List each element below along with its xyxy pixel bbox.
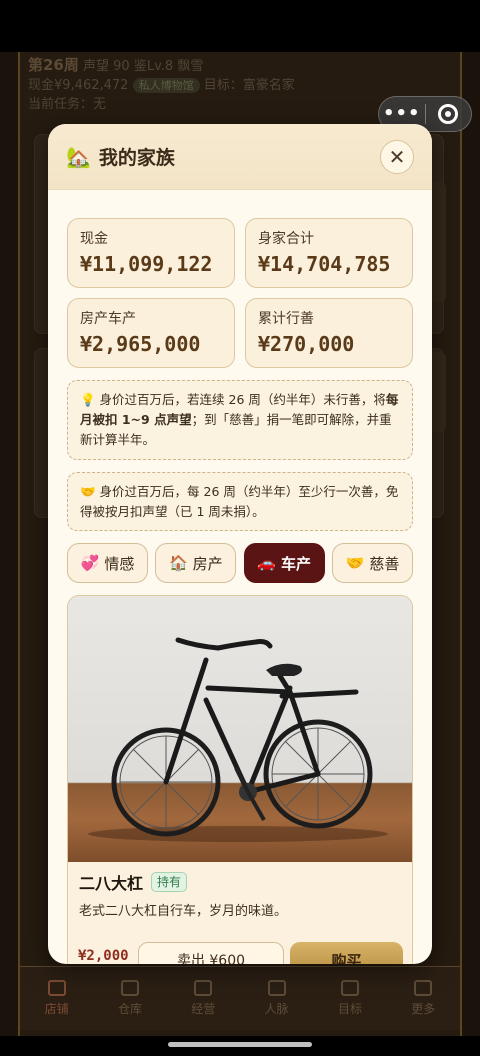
sell-button[interactable]: 卖出 ¥600 [138, 942, 284, 964]
house-icon: 🏠 [168, 554, 188, 572]
warning-text: 身价过百万后，若连续 26 周（约半年）未行善，将 [95, 392, 386, 407]
tab-business[interactable]: 经营 [173, 980, 233, 1017]
item-name-row: 二八大杠 持有 [79, 870, 401, 894]
house-icon: 🏡 [66, 144, 91, 169]
target-icon [438, 104, 459, 124]
bottom-tab-bar: 店铺 仓库 经营 人脉 目标 更多 [20, 966, 460, 1030]
handshake-icon: 🤝 [80, 484, 96, 499]
business-icon [194, 980, 213, 996]
stat-property: 房产车产 ¥2,965,000 [67, 298, 235, 368]
stat-cash: 现金 ¥11,099,122 [67, 218, 235, 288]
warehouse-icon [120, 980, 139, 996]
stat-label: 房产车产 [80, 311, 136, 327]
lightbulb-icon: 💡 [80, 392, 96, 407]
bicycle-image [88, 637, 388, 842]
tab-label: 房产 [192, 554, 223, 573]
charity-warning: 💡 身价过百万后，若连续 26 周（约半年）未行善，将每月被扣 1~9 点声望；… [67, 380, 413, 460]
item-name: 二八大杠 [79, 874, 144, 893]
tab-warehouse[interactable]: 仓库 [100, 980, 160, 1017]
tab-label: 慈善 [369, 554, 400, 573]
tab-vehicles[interactable]: 🚗 车产 [243, 543, 325, 583]
handshake-icon: 🤝 [345, 554, 365, 572]
stat-value: ¥2,965,000 [80, 332, 201, 356]
bicycle-photo [68, 596, 412, 862]
item-price: ¥2,000 [78, 948, 129, 964]
tab-charity[interactable]: 🤝 慈善 [331, 543, 413, 583]
close-icon: ✕ [388, 144, 406, 169]
stat-label: 身家合计 [258, 231, 314, 247]
stat-value: ¥11,099,122 [80, 252, 213, 276]
tab-label: 车产 [280, 554, 311, 573]
stat-value: ¥270,000 [258, 332, 355, 356]
home-indicator [168, 1042, 312, 1047]
close-button[interactable]: ✕ [380, 139, 414, 174]
hearts-icon: 💞 [80, 554, 100, 572]
tab-label: 店铺 [44, 1002, 69, 1016]
stat-charity: 累计行善 ¥270,000 [245, 298, 413, 368]
tab-contacts[interactable]: 人脉 [247, 980, 307, 1017]
people-icon [267, 980, 286, 996]
stat-label: 累计行善 [258, 311, 314, 327]
item-info: 二八大杠 持有 老式二八大杠自行车，岁月的味道。 [68, 862, 412, 927]
buy-button[interactable]: 购买 [290, 942, 403, 964]
owned-badge: 持有 [151, 872, 188, 892]
goal-icon [340, 980, 359, 996]
tab-label: 人脉 [264, 1002, 289, 1016]
tab-label: 目标 [337, 1002, 362, 1016]
stat-label: 现金 [80, 231, 108, 247]
tab-label: 仓库 [117, 1002, 142, 1016]
stats-grid: 现金 ¥11,099,122 身家合计 ¥14,704,785 房产车产 ¥2,… [67, 218, 413, 368]
modal-title: 我的家族 [98, 147, 175, 169]
category-tabs: 💞 情感 🏠 房产 🚗 车产 🤝 慈善 [67, 543, 413, 583]
tab-label: 更多 [411, 1002, 436, 1016]
modal-body: 现金 ¥11,099,122 身家合计 ¥14,704,785 房产车产 ¥2,… [48, 190, 432, 964]
tab-label: 经营 [191, 1002, 216, 1016]
vehicle-item-card: 二八大杠 持有 老式二八大杠自行车，岁月的味道。 ¥2,000 卖出 ¥600 … [67, 595, 413, 964]
more-options-icon[interactable]: ••• [379, 104, 425, 124]
item-description: 老式二八大杠自行车，岁月的味道。 [79, 904, 288, 919]
tab-label: 情感 [104, 554, 135, 573]
tab-shop[interactable]: 店铺 [27, 980, 87, 1017]
tab-goals[interactable]: 目标 [320, 980, 380, 1017]
stat-net-worth: 身家合计 ¥14,704,785 [245, 218, 413, 288]
shop-icon [47, 980, 66, 996]
tab-emotion[interactable]: 💞 情感 [67, 543, 148, 583]
modal-header: 🏡 我的家族 ✕ [48, 124, 432, 190]
charity-reminder: 🤝 身价过百万后，每 26 周（约半年）至少行一次善，免得被按月扣声望（已 1 … [67, 472, 413, 531]
item-actions: ¥2,000 卖出 ¥600 购买 [68, 942, 412, 964]
tab-more[interactable]: 更多 [393, 980, 453, 1017]
car-icon: 🚗 [257, 554, 276, 572]
close-miniprogram-button[interactable] [425, 104, 471, 124]
stat-value: ¥14,704,785 [258, 252, 391, 276]
reminder-text: 身价过百万后，每 26 周（约半年）至少行一次善，免得被按月扣声望（已 1 周未… [80, 484, 399, 519]
tab-property[interactable]: 🏠 房产 [155, 543, 237, 583]
family-modal: 🏡 我的家族 ✕ 现金 ¥11,099,122 身家合计 ¥14,704,785… [48, 124, 432, 964]
status-bar [0, 0, 480, 52]
more-icon [414, 980, 433, 996]
